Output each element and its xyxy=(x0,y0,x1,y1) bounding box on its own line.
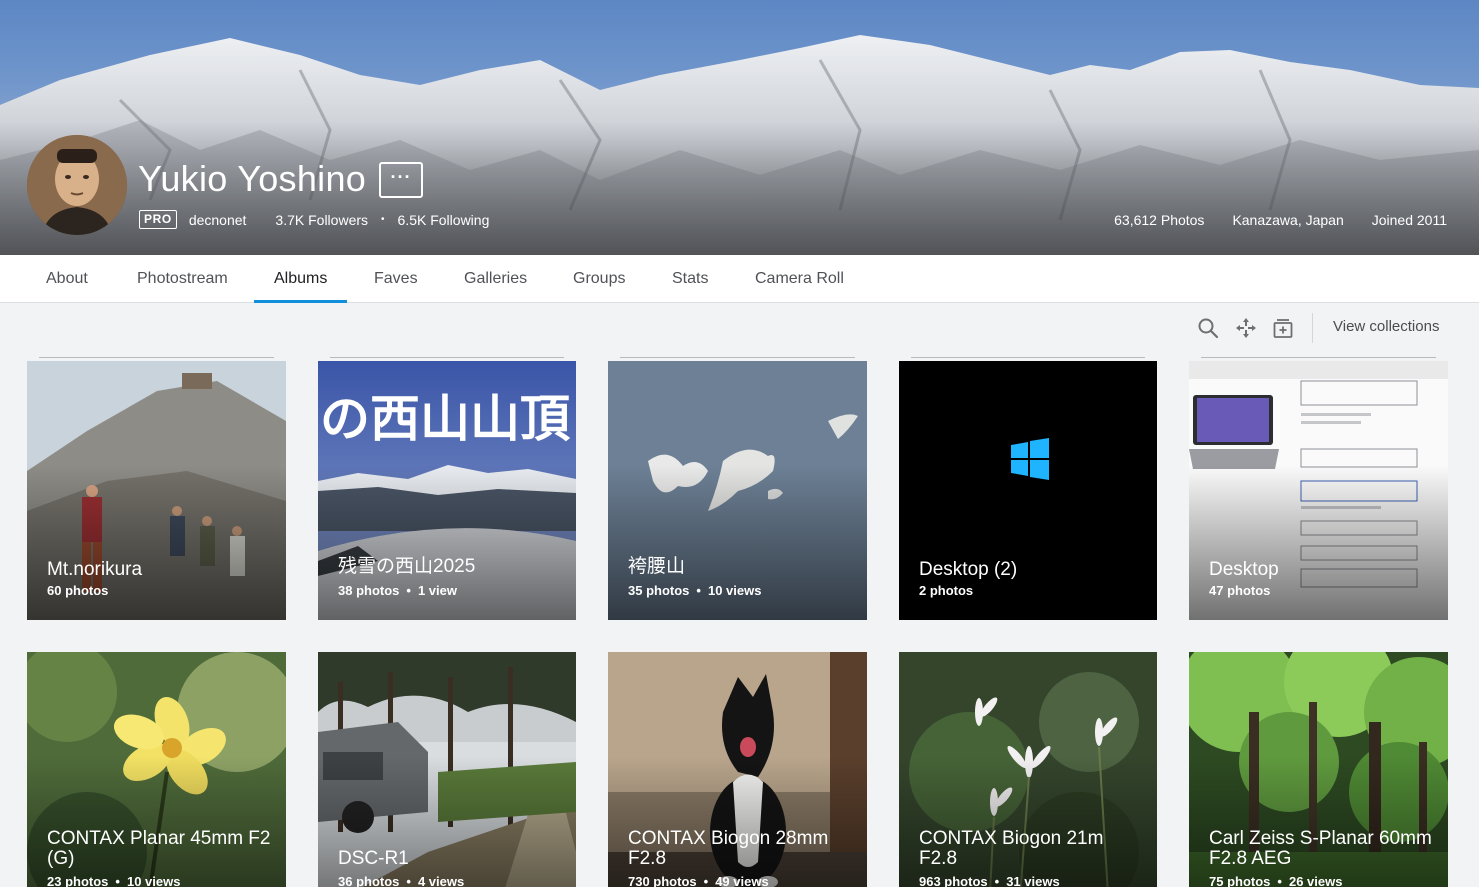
search-icon[interactable] xyxy=(1196,316,1220,340)
album-title: Carl Zeiss S-Planar 60mm F2.8 AEG xyxy=(1209,828,1432,869)
album-card[interactable]: Desktop (2) 2 photos xyxy=(899,357,1157,620)
album-counts: 60 photos xyxy=(47,583,108,598)
username: decnonet xyxy=(188,211,247,228)
album-title: 袴腰山 xyxy=(628,556,686,577)
profile-subnav: About Photostream Albums Faves Galleries… xyxy=(0,255,1479,303)
album-stack-edge xyxy=(330,357,564,358)
pro-badge: PRO xyxy=(139,210,177,229)
profile-stats: 63,612 Photos Kanazawa, Japan Joined 201… xyxy=(1086,212,1447,228)
album-counts: 75 photos • 26 views xyxy=(1209,874,1342,887)
album-cover-banner-text: の西山山頂 xyxy=(320,390,571,448)
album-card[interactable]: CONTAX Planar 45mm F2 (G) 23 photos • 10 v… xyxy=(27,652,286,887)
album-card[interactable]: Mt.norikura 60 photos xyxy=(27,357,286,620)
album-title: Mt.norikura xyxy=(47,559,143,580)
album-view-count: 1 view xyxy=(417,583,457,598)
album-title: Desktop (2) xyxy=(919,559,1018,580)
album-title: CONTAX Biogon 21m F2.8 xyxy=(919,828,1104,869)
create-album-icon[interactable] xyxy=(1271,316,1295,340)
album-card[interactable]: Carl Zeiss S-Planar 60mm F2.8 AEG 75 pho… xyxy=(1189,652,1448,887)
tab-about[interactable]: About xyxy=(26,255,108,303)
album-title: CONTAX Biogon 28mm F2.8 xyxy=(628,828,829,869)
album-card[interactable]: CONTAX Biogon 28mm F2.8 730 photos • 49 vi… xyxy=(608,652,867,887)
album-photo-count: 963 photos xyxy=(919,874,988,887)
tab-camera-roll[interactable]: Camera Roll xyxy=(735,255,864,303)
album-view-count: 10 views xyxy=(707,583,762,598)
album-card[interactable]: Desktop 47 photos xyxy=(1189,357,1448,620)
album-photo-count: 36 photos xyxy=(338,874,400,887)
album-view-count: 4 views xyxy=(417,874,465,887)
separator-dot: • xyxy=(994,874,1000,887)
album-stack-edge xyxy=(1201,357,1436,358)
album-photo-count: 38 photos xyxy=(338,583,400,598)
album-card[interactable]: の西山山頂 残雪の西山2025 38 photos • 1 view xyxy=(318,357,576,620)
album-photo-count: 75 photos xyxy=(1209,874,1271,887)
album-card[interactable]: 袴腰山 35 photos • 10 views xyxy=(608,357,867,620)
photo-count: 63,612 Photos xyxy=(1114,212,1205,228)
tab-stats[interactable]: Stats xyxy=(652,255,728,303)
album-counts: 730 photos • 49 views xyxy=(628,874,769,887)
album-counts: 35 photos • 10 views xyxy=(628,583,761,598)
profile-meta: PRO decnonet 3.7K Followers • 6.5K Follo… xyxy=(139,210,489,229)
separator-dot: • xyxy=(406,874,411,887)
tab-galleries[interactable]: Galleries xyxy=(444,255,547,303)
album-view-count: 31 views xyxy=(1006,874,1060,887)
album-counts: 963 photos • 31 views xyxy=(919,874,1060,887)
joined-date: Joined 2011 xyxy=(1371,212,1447,228)
album-counts: 47 photos xyxy=(1209,583,1270,598)
album-view-count: 10 views xyxy=(126,874,181,887)
view-collections-link[interactable]: View collections xyxy=(1333,318,1439,335)
separator-dot: • xyxy=(381,214,385,225)
album-counts: 38 photos • 1 view xyxy=(338,583,457,598)
following-link[interactable]: 6.5K Following xyxy=(398,212,490,228)
album-photo-count: 60 photos xyxy=(47,583,109,598)
album-title: Desktop xyxy=(1209,559,1279,580)
album-card[interactable]: DSC-R1 36 photos • 4 views xyxy=(318,652,576,887)
album-counts: 2 photos xyxy=(919,583,973,598)
album-counts: 36 photos • 4 views xyxy=(338,874,464,887)
more-options-button[interactable]: ··· xyxy=(379,162,423,198)
toolbar-divider xyxy=(1312,313,1313,343)
ellipsis-icon: ··· xyxy=(390,167,412,187)
separator-dot: • xyxy=(406,583,411,598)
avatar-portrait-image xyxy=(27,135,127,235)
avatar[interactable] xyxy=(27,135,127,235)
location: Kanazawa, Japan xyxy=(1232,212,1344,228)
album-view-count: 26 views xyxy=(1288,874,1343,887)
album-stack-edge xyxy=(911,357,1145,358)
album-stack-edge xyxy=(39,357,274,358)
album-view-count: 49 views xyxy=(715,874,769,887)
profile-name: Yukio Yoshino xyxy=(138,158,367,199)
album-photo-count: 35 photos xyxy=(628,583,690,598)
album-cover-image xyxy=(899,361,1157,620)
followers-link[interactable]: 3.7K Followers xyxy=(275,212,368,228)
tab-groups[interactable]: Groups xyxy=(553,255,645,303)
tab-albums[interactable]: Albums xyxy=(254,255,347,303)
album-photo-count: 23 photos xyxy=(47,874,109,887)
album-photo-count: 2 photos xyxy=(919,583,974,598)
separator-dot: • xyxy=(115,874,120,887)
album-stack-edge xyxy=(620,357,855,358)
separator-dot: • xyxy=(696,583,701,598)
album-counts: 23 photos • 10 views xyxy=(47,874,180,887)
tab-faves[interactable]: Faves xyxy=(354,255,438,303)
tab-photostream[interactable]: Photostream xyxy=(117,255,248,303)
separator-dot: • xyxy=(1277,874,1282,887)
arrange-icon[interactable] xyxy=(1234,316,1258,340)
album-title: DSC-R1 xyxy=(338,848,409,869)
album-title: 残雪の西山2025 xyxy=(338,556,476,577)
album-card[interactable]: CONTAX Biogon 21m F2.8 963 photos • 31 vie… xyxy=(899,652,1157,887)
album-photo-count: 730 photos xyxy=(628,874,697,887)
separator-dot: • xyxy=(703,874,709,887)
album-title: CONTAX Planar 45mm F2 (G) xyxy=(47,828,271,869)
album-photo-count: 47 photos xyxy=(1209,583,1271,598)
